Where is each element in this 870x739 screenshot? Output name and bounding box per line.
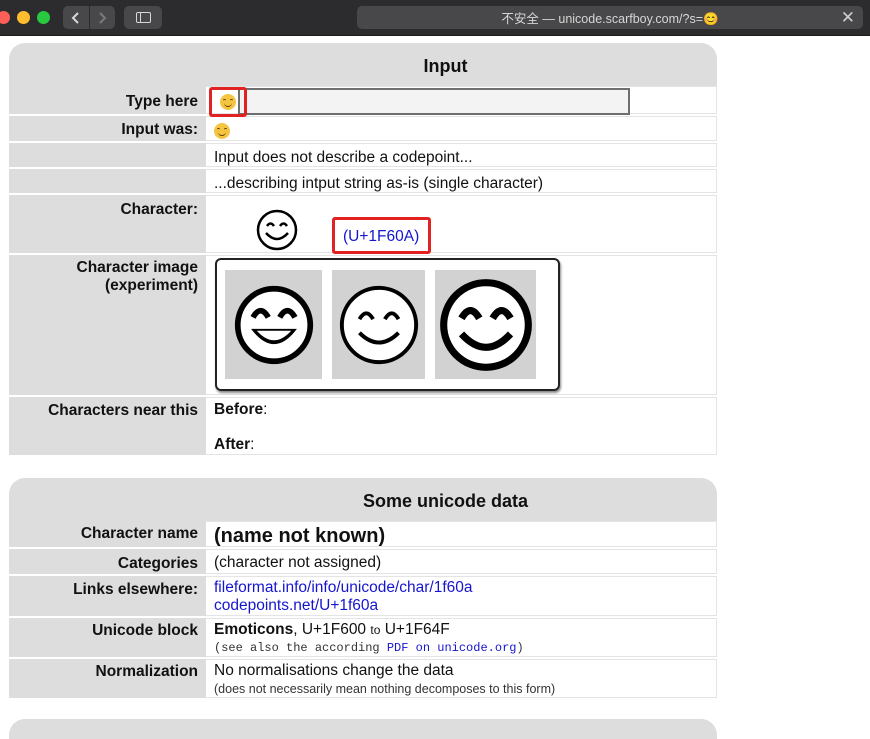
minimize-window-button[interactable] [17, 11, 30, 24]
character-name-value: (name not known) [206, 521, 717, 547]
codepoint-note: Input does not describe a codepoint... [206, 143, 717, 167]
codepoint-link[interactable]: (U+1F60A) [343, 228, 419, 246]
row-character-name: Character name (name not known) [9, 521, 717, 549]
block-note: (see also the according PDF on unicode.o… [214, 641, 524, 655]
characters-near-cell: Before: After: [206, 397, 717, 455]
forward-button[interactable] [90, 6, 116, 29]
row-character: Character: (U+1F60A) [9, 195, 717, 255]
smiling-face-render-3 [439, 278, 532, 371]
character-cell: (U+1F60A) [206, 195, 717, 254]
row-input-was: Input was: [9, 116, 717, 143]
block-start: U+1F600 [301, 621, 367, 638]
input-was-value [206, 116, 717, 141]
normalization-cell: No normalisations change the data (does … [206, 659, 717, 698]
input-panel-title: Input [9, 43, 717, 86]
row-characters-near: Characters near this Before: After: [9, 397, 717, 457]
character-input[interactable] [238, 88, 630, 115]
zoom-window-button[interactable] [37, 11, 50, 24]
codepoints-link[interactable]: codepoints.net/U+1f60a [214, 597, 716, 615]
fileformat-link[interactable]: fileformat.info/info/unicode/char/1f60a [214, 579, 716, 597]
input-was-label: Input was: [9, 116, 206, 141]
row-normalization: Normalization No normalisations change t… [9, 659, 717, 700]
before-label: Before [214, 401, 264, 418]
close-window-button[interactable] [0, 11, 10, 24]
type-here-cell [206, 86, 717, 117]
browser-toolbar: 不安全 — unicode.scarfboy.com/?s=😊 ✕ [0, 0, 870, 36]
smiling-face-glyph [256, 209, 298, 251]
sidebar-icon [135, 12, 151, 23]
unicode-block-cell: Emoticons, U+1F600 to U+1F64F (see also … [206, 618, 717, 657]
type-here-label: Type here [9, 86, 206, 114]
normalization-value: No normalisations change the data [214, 662, 454, 679]
smiling-face-render-2 [339, 285, 418, 364]
chevron-right-icon [99, 11, 107, 24]
row-note2: ...describing intput string as-is (singl… [9, 169, 717, 195]
sidebar-toggle-button[interactable] [124, 6, 162, 29]
back-button[interactable] [63, 6, 89, 29]
character-name-label: Character name [9, 521, 206, 547]
next-panel-header [9, 719, 717, 739]
links-cell: fileformat.info/info/unicode/char/1f60a … [206, 576, 717, 616]
typed-emoji [220, 94, 236, 110]
smiling-face-render-1 [234, 285, 313, 364]
row-unicode-block: Unicode block Emoticons, U+1F600 to U+1F… [9, 618, 717, 659]
normalization-label: Normalization [9, 659, 206, 698]
block-name: Emoticons [214, 621, 294, 638]
row-links: Links elsewhere: fileformat.info/info/un… [9, 576, 717, 618]
chevron-left-icon [71, 11, 79, 24]
characters-near-label: Characters near this [9, 397, 206, 455]
close-tab-icon[interactable]: ✕ [841, 8, 855, 28]
links-label: Links elsewhere: [9, 576, 206, 616]
string-note: ...describing intput string as-is (singl… [206, 169, 717, 193]
row-character-image: Character image (experiment) [9, 255, 717, 397]
unicode-data-title: Some unicode data [9, 478, 717, 521]
input-was-emoji [214, 122, 230, 139]
character-image-label: Character image (experiment) [9, 255, 206, 395]
history-nav [63, 6, 115, 29]
after-label: After [214, 436, 251, 453]
address-text: 不安全 — unicode.scarfboy.com/?s=😊 [501, 12, 719, 26]
character-label: Character: [9, 195, 206, 253]
character-image-cell [206, 255, 717, 395]
categories-label: Categories [9, 549, 206, 574]
block-end: U+1F64F [384, 621, 450, 638]
input-panel: Input Type here Input was: Input does no… [9, 43, 717, 457]
unicode-pdf-link[interactable]: PDF on unicode.org [387, 641, 517, 655]
row-note1: Input does not describe a codepoint... [9, 143, 717, 169]
row-categories: Categories (character not assigned) [9, 549, 717, 576]
row-type-here: Type here [9, 86, 717, 117]
block-to: to [370, 623, 381, 637]
unicode-data-panel: Some unicode data Character name (name n… [9, 478, 717, 700]
render-sample-2 [332, 270, 425, 379]
categories-value: (character not assigned) [206, 549, 717, 574]
unicode-block-label: Unicode block [9, 618, 206, 657]
address-bar[interactable]: 不安全 — unicode.scarfboy.com/?s=😊 ✕ [357, 6, 863, 29]
render-sample-1 [225, 270, 322, 379]
character-image-frame [215, 258, 560, 391]
normalization-note: (does not necessarily mean nothing decom… [214, 682, 556, 696]
render-sample-3 [435, 270, 536, 379]
